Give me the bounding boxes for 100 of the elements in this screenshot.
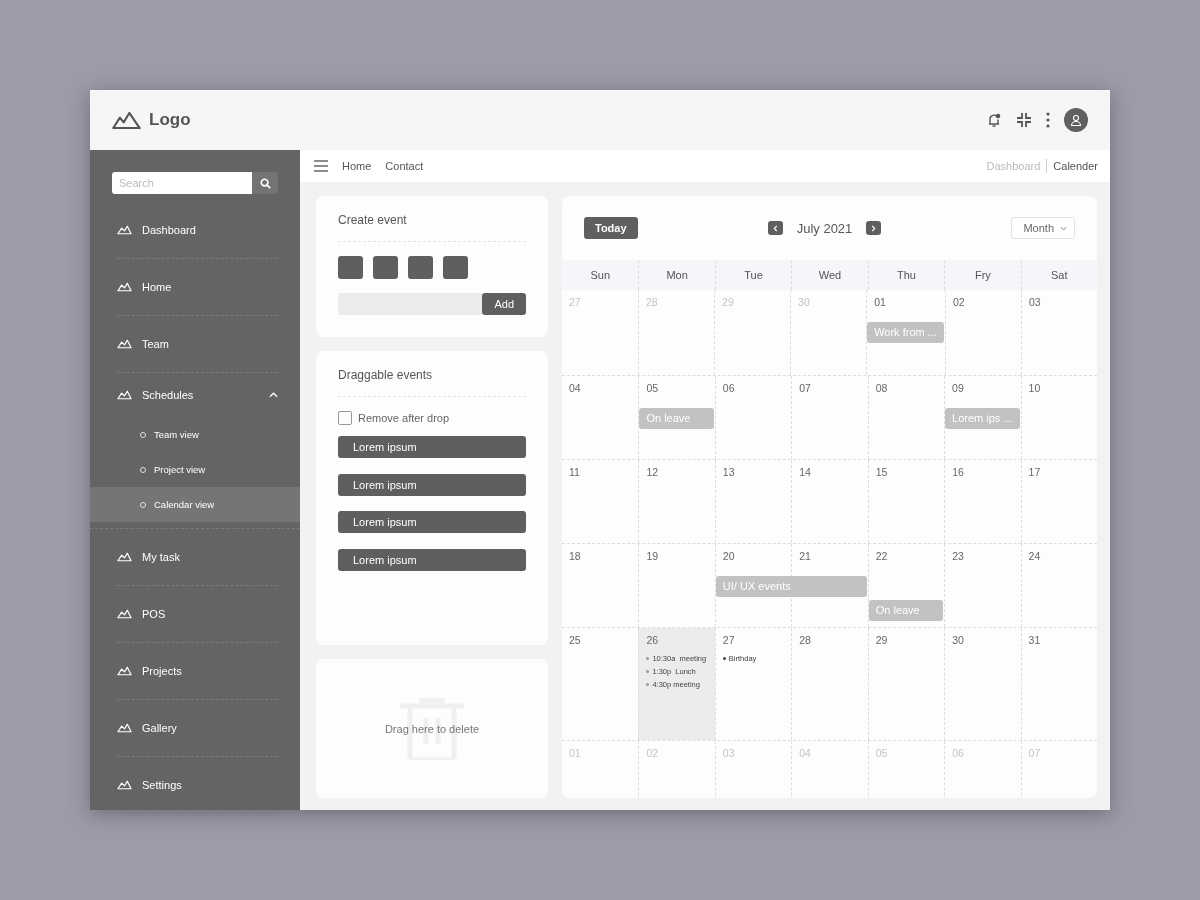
calendar-day-cell[interactable]: 04 bbox=[562, 376, 639, 459]
sidebar-subitem[interactable]: Project view bbox=[90, 452, 300, 487]
day-number: 13 bbox=[722, 466, 736, 478]
calendar-day-cell[interactable]: 18 bbox=[562, 544, 639, 627]
nav-link[interactable]: Contact bbox=[385, 160, 424, 172]
calendar-day-cell[interactable]: 07 bbox=[791, 376, 868, 459]
draggable-event[interactable]: Lorem ipsum bbox=[338, 511, 526, 533]
day-number: 03 bbox=[1028, 296, 1042, 308]
mountain-icon bbox=[117, 723, 132, 733]
more-icon[interactable] bbox=[1046, 112, 1050, 128]
calendar-day-cell[interactable]: 19 bbox=[638, 544, 715, 627]
weekday-header: Sat bbox=[1020, 260, 1097, 290]
weekday-header: Sun bbox=[589, 268, 611, 283]
mountain-icon bbox=[117, 666, 132, 676]
calendar-day-cell[interactable]: 15 bbox=[867, 460, 945, 543]
drop-zone-label: Drag here to delete bbox=[384, 722, 480, 735]
draggable-event[interactable]: Lorem ipsum bbox=[338, 436, 526, 458]
day-number: 06 bbox=[722, 382, 736, 394]
day-number: 04 bbox=[569, 382, 582, 394]
day-number: 25 bbox=[569, 634, 582, 646]
sidebar-item[interactable]: Projects bbox=[117, 643, 278, 700]
day-number: 09 bbox=[952, 382, 965, 394]
weekday-header: Fry bbox=[944, 260, 1021, 290]
search-icon bbox=[259, 177, 271, 189]
day-number: 27 bbox=[722, 634, 736, 646]
delete-drop-zone[interactable]: Drag here to delete bbox=[316, 659, 548, 798]
nav-link[interactable]: Home bbox=[342, 160, 372, 172]
caret-icon bbox=[1060, 225, 1067, 231]
weekday-header: Mon bbox=[638, 260, 715, 290]
sidebar-item[interactable]: My task bbox=[117, 529, 278, 586]
sidebar-item[interactable]: Dashboard bbox=[117, 202, 278, 259]
color-swatch[interactable] bbox=[443, 256, 468, 279]
sidebar-item[interactable]: Settings bbox=[117, 757, 278, 814]
calendar-day-cell[interactable]: 31 bbox=[1020, 628, 1097, 740]
mountain-icon bbox=[117, 225, 132, 235]
event-name-field[interactable] bbox=[338, 293, 483, 315]
calendar-day-cell[interactable]: 24 bbox=[1020, 544, 1097, 627]
day-number: 24 bbox=[1028, 550, 1042, 562]
day-number: 29 bbox=[875, 634, 889, 646]
chevron-right-icon bbox=[871, 224, 877, 232]
calendar-day-cell[interactable]: 28 bbox=[791, 628, 868, 740]
calendar-day-cell[interactable]: 23 bbox=[944, 544, 1021, 627]
sidebar-subitem[interactable]: Calendar view bbox=[90, 487, 300, 522]
day-number: 07 bbox=[799, 382, 812, 394]
menu-icon[interactable] bbox=[314, 160, 328, 172]
mountain-icon bbox=[117, 339, 132, 349]
sidebar-subitem[interactable]: Team view bbox=[90, 417, 300, 452]
calendar-day-cell[interactable]: 30 bbox=[944, 628, 1021, 740]
calendar-day-cell[interactable]: 03 bbox=[1020, 290, 1097, 375]
day-number: 31 bbox=[1028, 634, 1042, 646]
calendar-day-cell[interactable]: 13 bbox=[714, 460, 792, 543]
search-button[interactable] bbox=[252, 172, 278, 194]
sidebar-item[interactable]: Team bbox=[117, 316, 278, 373]
day-number: 28 bbox=[799, 634, 812, 646]
calendar-day-cell[interactable]: 11 bbox=[562, 460, 639, 543]
calendar-day-cell[interactable]: 14 bbox=[791, 460, 868, 543]
draggable-event[interactable]: Lorem ipsum bbox=[338, 548, 526, 571]
avatar[interactable] bbox=[1064, 108, 1088, 132]
sidebar-item[interactable]: Gallery bbox=[117, 700, 278, 757]
weekday-header: Wed bbox=[791, 260, 868, 290]
search-field[interactable]: Search bbox=[112, 172, 252, 194]
mountain-icon bbox=[117, 780, 132, 790]
mountain-icon bbox=[117, 282, 132, 292]
mountain-icon bbox=[117, 390, 132, 400]
sidebar-item[interactable]: POS bbox=[117, 586, 278, 643]
calendar-day-cell[interactable]: 16 bbox=[944, 460, 1021, 543]
calendar-day-cell[interactable]: 08 bbox=[867, 376, 945, 459]
mountain-icon bbox=[117, 609, 132, 619]
draggable-event[interactable]: Lorem ipsum bbox=[338, 473, 526, 496]
weekday-header: Tue bbox=[714, 260, 792, 290]
bell-icon[interactable] bbox=[986, 112, 1002, 128]
day-number: 18 bbox=[569, 550, 582, 562]
collapse-icon[interactable] bbox=[1016, 112, 1032, 128]
logo-text: Logo bbox=[149, 110, 191, 130]
color-swatch[interactable] bbox=[408, 256, 433, 279]
view-dropdown[interactable]: Month bbox=[1011, 217, 1075, 239]
day-number: 08 bbox=[875, 382, 889, 394]
card-title: Create event bbox=[338, 196, 526, 242]
color-swatch[interactable] bbox=[338, 256, 363, 279]
next-month-button[interactable] bbox=[866, 221, 882, 235]
add-button[interactable]: Add bbox=[482, 293, 526, 315]
mountain-logo-icon bbox=[112, 111, 141, 129]
card-title: Draggable events bbox=[338, 351, 526, 397]
today-button[interactable]: Today bbox=[584, 217, 638, 239]
day-number: 20 bbox=[722, 550, 736, 562]
calendar-day-cell[interactable]: 12 bbox=[638, 460, 715, 543]
calendar-day-cell[interactable]: 17 bbox=[1020, 460, 1097, 543]
color-swatch[interactable] bbox=[373, 256, 398, 279]
day-number: 15 bbox=[875, 466, 889, 478]
day-number: 22 bbox=[875, 550, 889, 562]
day-number: 23 bbox=[952, 550, 965, 562]
sidebar-item[interactable]: Schedules bbox=[117, 373, 278, 417]
day-number: 17 bbox=[1028, 466, 1042, 478]
day-number: 05 bbox=[646, 382, 660, 394]
previous-month-button[interactable] bbox=[767, 221, 783, 235]
checkbox[interactable] bbox=[338, 411, 352, 425]
day-number: 26 bbox=[646, 634, 660, 646]
sidebar-item[interactable]: Home bbox=[117, 259, 278, 316]
calendar-day-cell[interactable]: 25 bbox=[562, 628, 639, 740]
calendar-day-cell[interactable]: 29 bbox=[867, 628, 945, 740]
